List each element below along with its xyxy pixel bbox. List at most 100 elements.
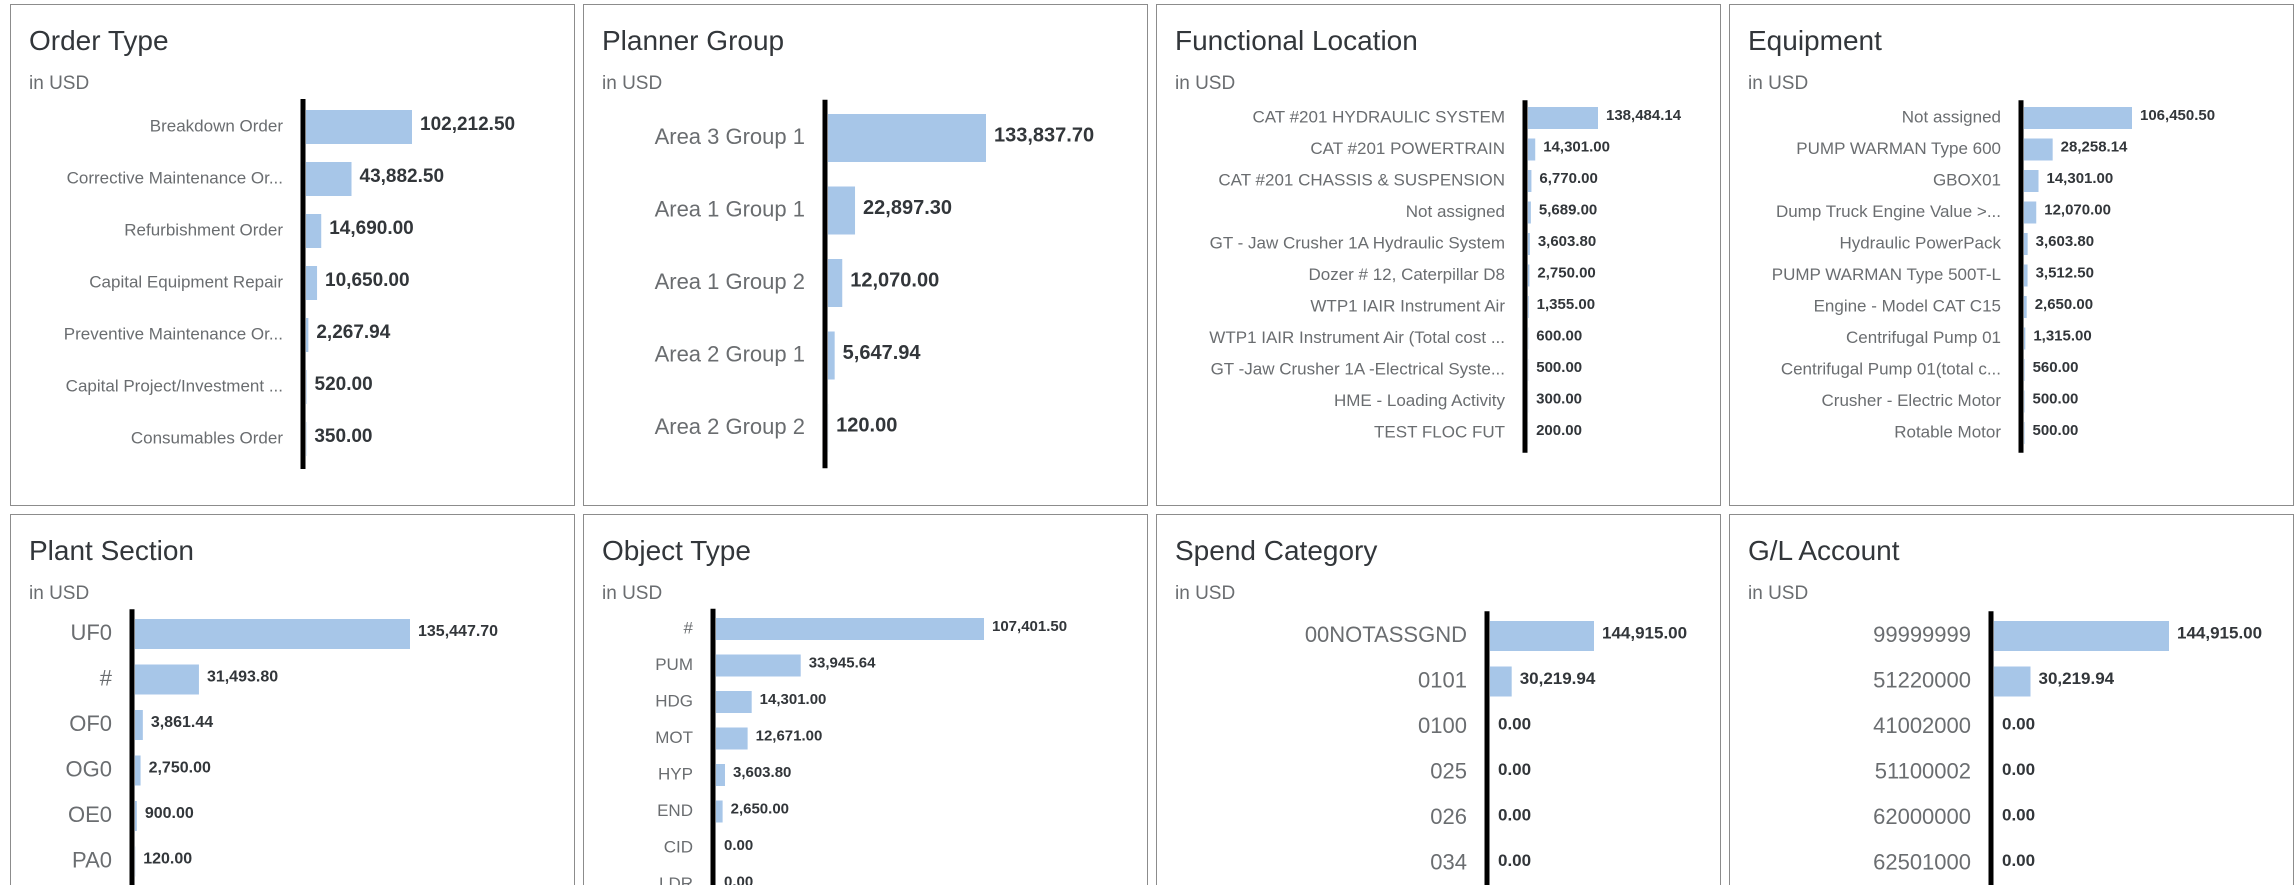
category-label[interactable]: CAT #201 CHASSIS & SUSPENSION — [1218, 170, 1505, 189]
card-functional-location[interactable]: Functional Location in USD CAT #201 HYDR… — [1156, 4, 1721, 506]
chart-bar[interactable] — [135, 619, 410, 649]
equipment-bar-chart[interactable]: Not assigned 106,450.50 PUMP WARMAN Type 6… — [1730, 5, 2294, 506]
chart-bar[interactable] — [306, 110, 412, 144]
planner-group-bar-chart[interactable]: Area 3 Group 1 133,837.70 Area 1 Group 1 22… — [584, 5, 1148, 506]
category-label[interactable]: CID — [664, 837, 693, 856]
category-label[interactable]: OF0 — [69, 711, 112, 736]
card-object-type[interactable]: Object Type in USD #107,401.50 PUM 33,945.… — [583, 514, 1148, 885]
category-label[interactable]: 0101 — [1418, 667, 1467, 692]
category-label[interactable]: TEST FLOC FUT — [1374, 422, 1505, 441]
category-label[interactable]: Rotable Motor — [1894, 422, 2001, 441]
chart-bar[interactable] — [1528, 138, 1536, 161]
category-label[interactable]: 51100002 — [1875, 758, 1971, 783]
category-label[interactable]: Hydraulic PowerPack — [1839, 233, 2001, 252]
chart-bar[interactable] — [1528, 264, 1530, 287]
category-label[interactable]: # — [100, 665, 113, 690]
category-label[interactable]: 034 — [1430, 849, 1467, 874]
chart-bar[interactable] — [716, 800, 723, 823]
chart-bar[interactable] — [135, 664, 199, 695]
category-label[interactable]: Crusher - Electric Motor — [1822, 391, 2002, 410]
category-label[interactable]: Area 1 Group 2 — [655, 269, 805, 294]
category-label[interactable]: END — [657, 801, 693, 820]
category-label[interactable]: 51220000 — [1873, 667, 1971, 692]
chart-bar[interactable] — [828, 259, 843, 307]
category-label[interactable]: OG0 — [66, 756, 112, 781]
category-label[interactable]: 025 — [1430, 758, 1467, 783]
chart-bar[interactable] — [2024, 170, 2039, 192]
category-label[interactable]: 41002000 — [1873, 713, 1971, 738]
chart-bar[interactable] — [2024, 264, 2028, 287]
chart-bar[interactable] — [1994, 666, 2031, 697]
chart-bar[interactable] — [2024, 138, 2053, 161]
chart-bar[interactable] — [828, 186, 856, 235]
chart-bar[interactable] — [2024, 359, 2025, 381]
card-plant-section[interactable]: Plant Section in USD UF0 135,447.70 #31,49… — [10, 514, 575, 885]
chart-bar[interactable] — [1528, 201, 1531, 224]
chart-bar[interactable] — [306, 162, 352, 196]
card-gl-account[interactable]: G/L Account in USD 99999999 144,915.00 512… — [1729, 514, 2294, 885]
category-label[interactable]: PUM — [655, 655, 693, 674]
category-label[interactable]: Centrifugal Pump 01 — [1846, 328, 2001, 347]
category-label[interactable]: Preventive Maintenance Or... — [64, 324, 283, 343]
chart-bar[interactable] — [716, 691, 752, 713]
category-label[interactable]: HDG — [655, 691, 693, 710]
chart-bar[interactable] — [1490, 666, 1512, 697]
category-label[interactable]: Consumables Order — [131, 428, 283, 447]
card-equipment[interactable]: Equipment in USD Not assigned 106,450.50 P… — [1729, 4, 2294, 506]
chart-bar[interactable] — [2024, 107, 2132, 129]
category-label[interactable]: Not assigned — [1406, 202, 1505, 221]
category-label[interactable]: Area 3 Group 1 — [655, 124, 805, 149]
card-order-type[interactable]: Order Type in USD Breakdown Order 102,212… — [10, 4, 575, 506]
chart-bar[interactable] — [2024, 390, 2025, 413]
category-label[interactable]: 00NOTASSGND — [1305, 622, 1467, 647]
chart-bar[interactable] — [828, 331, 835, 380]
order-type-bar-chart[interactable]: Breakdown Order 102,212.50 Corrective Main… — [11, 5, 575, 506]
chart-bar[interactable] — [2024, 233, 2028, 255]
category-label[interactable]: PUMP WARMAN Type 500T-L — [1772, 265, 2001, 284]
chart-bar[interactable] — [828, 114, 986, 162]
category-label[interactable]: Engine - Model CAT C15 — [1814, 296, 2001, 315]
category-label[interactable]: Dump Truck Engine Value >... — [1776, 202, 2001, 221]
category-label[interactable]: Area 2 Group 1 — [655, 341, 805, 366]
chart-bar[interactable] — [306, 370, 307, 404]
category-label[interactable]: UF0 — [70, 620, 112, 645]
chart-bar[interactable] — [306, 318, 309, 352]
functional-location-bar-chart[interactable]: CAT #201 HYDRAULIC SYSTEM 138,484.14 CAT #… — [1157, 5, 1721, 506]
chart-bar[interactable] — [1528, 107, 1598, 129]
chart-bar[interactable] — [135, 710, 143, 740]
chart-bar[interactable] — [2024, 201, 2037, 224]
category-label[interactable]: PUMP WARMAN Type 600 — [1796, 139, 2001, 158]
card-planner-group[interactable]: Planner Group in USD Area 3 Group 1 133,8… — [583, 4, 1148, 506]
category-label[interactable]: WTP1 IAIR Instrument Air — [1310, 296, 1505, 315]
chart-bar[interactable] — [716, 654, 801, 677]
category-label[interactable]: Dozer # 12, Caterpillar D8 — [1308, 265, 1505, 284]
category-label[interactable]: LDR — [659, 874, 693, 885]
category-label[interactable]: Capital Equipment Repair — [89, 272, 283, 291]
chart-bar[interactable] — [1528, 170, 1532, 192]
chart-bar[interactable] — [306, 266, 318, 300]
category-label[interactable]: PA0 — [72, 847, 112, 872]
category-label[interactable]: CAT #201 POWERTRAIN — [1310, 139, 1505, 158]
category-label[interactable]: Refurbishment Order — [124, 220, 283, 239]
category-label[interactable]: MOT — [655, 728, 693, 747]
gl-account-bar-chart[interactable]: 99999999 144,915.00 51220000 30,219.94 41002… — [1730, 515, 2294, 885]
card-spend-category[interactable]: Spend Category in USD 00NOTASSGND 144,915… — [1156, 514, 1721, 885]
chart-bar[interactable] — [716, 727, 748, 750]
category-label[interactable]: 0100 — [1418, 713, 1467, 738]
chart-bar[interactable] — [306, 214, 322, 248]
chart-bar[interactable] — [2024, 422, 2025, 444]
category-label[interactable]: HME - Loading Activity — [1334, 391, 1506, 410]
plant-section-bar-chart[interactable]: UF0 135,447.70 # 31,493.80 OF0 3,861.44 OG0 2,7… — [11, 515, 575, 885]
category-label[interactable]: Not assigned — [1902, 107, 2001, 126]
category-label[interactable]: # — [684, 618, 694, 637]
chart-bar[interactable] — [135, 755, 141, 786]
category-label[interactable]: Breakdown Order — [150, 116, 284, 135]
chart-bar[interactable] — [1528, 296, 1529, 318]
chart-bar[interactable] — [2024, 296, 2027, 318]
chart-bar[interactable] — [716, 764, 725, 786]
category-label[interactable]: CAT #201 HYDRAULIC SYSTEM — [1252, 107, 1505, 126]
chart-bar[interactable] — [135, 801, 137, 831]
category-label[interactable]: Area 2 Group 2 — [655, 414, 805, 439]
category-label[interactable]: WTP1 IAIR Instrument Air (Total cost ... — [1209, 328, 1505, 347]
category-label[interactable]: GT -Jaw Crusher 1A -Electrical Syste... — [1211, 359, 1505, 378]
